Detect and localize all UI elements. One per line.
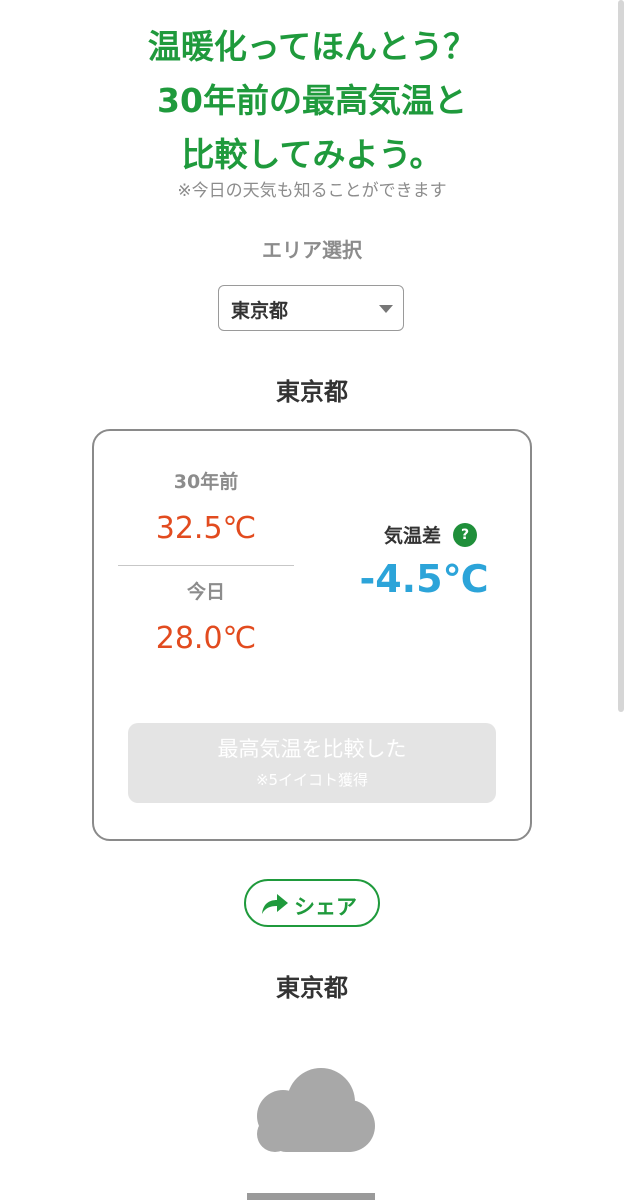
past-label: 30年前	[173, 471, 239, 493]
headline-line-2: 30年前の最高気温と	[157, 81, 467, 120]
help-icon[interactable]: ?	[453, 523, 477, 547]
area-select[interactable]: 東京都	[218, 285, 404, 331]
temperature-comparison-card: 30年前 32.5℃ 今日 28.0℃ 気温差 ? -4.5℃ 最高気温を比較し…	[92, 429, 532, 841]
compare-button-sublabel: ※5イイコト獲得	[255, 771, 369, 789]
share-button-label: シェア	[294, 895, 357, 919]
page-headline: 温暖化ってほんとう？ 30年前の最高気温と 比較してみよう。	[0, 20, 624, 182]
today-label: 今日	[186, 581, 225, 603]
bottom-element	[247, 1193, 375, 1200]
compare-temperature-button[interactable]: 最高気温を比較した ※5イイコト獲得	[128, 723, 496, 803]
cloud-icon	[257, 1068, 375, 1152]
temperature-diff-label: 気温差	[384, 525, 442, 547]
share-arrow-icon	[262, 894, 288, 914]
comparison-area-name: 東京都	[276, 378, 348, 406]
weather-area-name: 東京都	[276, 974, 348, 1002]
today-temperature: 28.0℃	[155, 621, 257, 656]
past-temperature: 32.5℃	[155, 511, 257, 546]
share-button[interactable]: シェア	[244, 879, 380, 927]
area-select-label: エリア選択	[262, 238, 362, 262]
headline-line-1: 温暖化ってほんとう？	[147, 27, 477, 66]
weather-note: ※今日の天気も知ることができます	[177, 181, 447, 201]
headline-line-3: 比較してみよう。	[181, 135, 443, 174]
compare-button-label: 最高気温を比較した	[217, 737, 407, 761]
area-select-value: 東京都	[231, 300, 289, 322]
divider	[118, 565, 294, 566]
temperature-diff-value: -4.5℃	[359, 557, 489, 601]
chevron-down-icon	[379, 305, 393, 313]
